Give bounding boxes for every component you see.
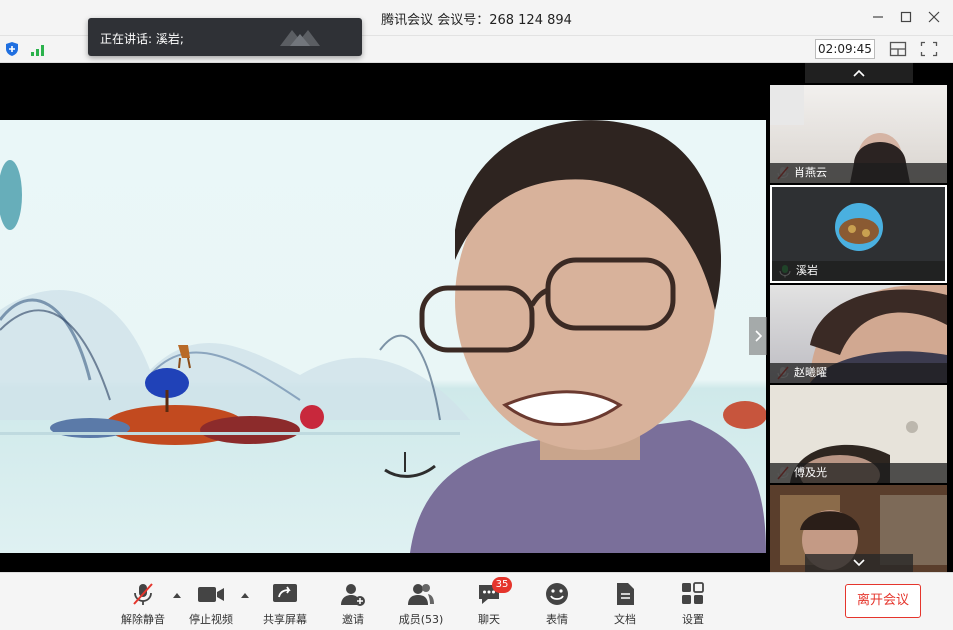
video-options-caret-icon[interactable] [240,592,250,598]
participant-list: 肖燕云 溪岩 赵曦曜 傅及光 [768,63,953,572]
close-button[interactable] [921,5,947,29]
unmute-button[interactable]: 解除静音 [113,581,173,629]
documents-label: 文档 [614,613,636,626]
next-page-button[interactable] [749,317,767,355]
add-user-icon [341,584,365,606]
window-controls [865,5,947,29]
chat-label: 聊天 [478,613,500,626]
chevron-down-icon [853,559,865,567]
scroll-down-button[interactable] [805,554,913,572]
participant-name: 肖燕云 [770,163,947,183]
share-screen-button[interactable]: 共享屏幕 [255,581,315,629]
minimize-icon [873,16,883,18]
tencent-meeting-logo-icon [280,30,320,46]
meeting-toolbar: 解除静音 停止视频 共享屏幕 邀请 成员(53) 35 聊天 表情 文档 设置 … [0,572,953,630]
layout-icon[interactable] [889,41,907,57]
speaker-video [0,120,766,553]
chat-unread-badge: 35 [492,577,512,593]
video-camera-icon [198,587,224,602]
members-icon [408,584,434,605]
security-shield-icon[interactable] [4,41,20,57]
chat-button[interactable]: 35 聊天 [459,577,519,629]
unmute-label: 解除静音 [121,613,165,626]
maximize-button[interactable] [893,5,919,29]
leave-meeting-button[interactable]: 离开会议 [845,584,921,618]
participant-tile[interactable]: 傅及光 [770,385,947,483]
members-label: 成员(53) [398,613,444,626]
chevron-up-icon [853,69,865,77]
network-signal-icon[interactable] [30,41,48,57]
participant-tile[interactable]: 赵曦曜 [770,285,947,383]
speaker-video-frame [0,120,766,553]
stop-video-label: 停止视频 [189,613,233,626]
settings-button[interactable]: 设置 [663,581,723,629]
invite-label: 邀请 [342,613,364,626]
document-icon [617,583,634,605]
settings-grid-icon [682,582,704,604]
emoji-label: 表情 [546,613,568,626]
participant-tile[interactable] [770,485,947,572]
documents-button[interactable]: 文档 [595,581,655,629]
invite-button[interactable]: 邀请 [323,581,383,629]
main-video-stage [0,63,768,572]
members-button[interactable]: 成员(53) [391,581,451,629]
emoji-button[interactable]: 表情 [527,581,587,629]
stop-video-button[interactable]: 停止视频 [181,581,241,629]
scroll-up-button[interactable] [805,63,913,83]
share-screen-label: 共享屏幕 [263,613,307,626]
chevron-right-icon [755,330,762,342]
participant-tile[interactable]: 肖燕云 [770,85,947,183]
fullscreen-icon[interactable] [920,41,938,57]
meeting-timer: 02:09:45 [815,39,875,59]
settings-label: 设置 [682,613,704,626]
mic-muted-icon [133,583,153,605]
participant-tile-active[interactable]: 溪岩 [770,185,947,283]
share-screen-icon [273,584,297,602]
maximize-icon [900,11,912,23]
emoji-icon [546,583,568,605]
participant-name: 赵曦曜 [770,363,947,383]
minimize-button[interactable] [865,5,891,29]
meeting-window: 腾讯会议 会议号：268 124 894 02:09:45 肖燕云 溪岩 赵曦曜… [0,0,953,630]
close-icon [928,11,940,23]
speaking-text: 正在讲话: 溪岩; [100,32,184,46]
speaking-toast: 正在讲话: 溪岩; [88,18,362,56]
participant-name: 傅及光 [770,463,947,483]
participant-name: 溪岩 [772,261,945,281]
